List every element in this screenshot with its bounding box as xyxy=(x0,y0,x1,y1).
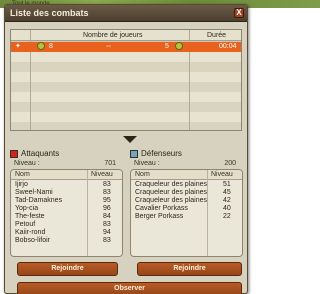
column-header-level: Niveau xyxy=(91,171,113,178)
list-item xyxy=(11,72,241,82)
member-level: 42 xyxy=(223,197,231,204)
list-item xyxy=(11,82,241,92)
background-area xyxy=(249,8,320,294)
member-level: 95 xyxy=(103,197,111,204)
list-item xyxy=(11,102,241,112)
column-separator xyxy=(30,52,31,130)
member-name: Tad-Damaknes xyxy=(15,197,63,204)
window-titlebar[interactable]: Liste des combats X xyxy=(5,5,247,22)
combat-list-header: Nombre de joueurs Durée xyxy=(11,30,241,41)
list-item[interactable]: Kaiir-rond 94 xyxy=(11,229,122,237)
member-name: Craqueleur des plaines xyxy=(135,181,207,188)
join-defenders-button[interactable]: Rejoindre xyxy=(137,262,242,276)
join-attackers-button[interactable]: Rejoindre xyxy=(17,262,118,276)
list-item[interactable]: Craqueleur des plaines 51 xyxy=(131,181,242,189)
column-header-players[interactable]: Nombre de joueurs xyxy=(83,30,143,41)
combat-list: Nombre de joueurs Durée ✦ 8 ⇔ 5 00:04 xyxy=(10,29,242,131)
list-item xyxy=(11,122,241,130)
observe-button[interactable]: Observer xyxy=(17,282,242,294)
attackers-level-value: 701 xyxy=(104,160,116,167)
attackers-panel: Attaquants Niveau : 701 Nom Niveau Ijirj… xyxy=(10,147,124,257)
member-level: 40 xyxy=(223,205,231,212)
member-level: 22 xyxy=(223,213,231,220)
versus-icon: ⇔ xyxy=(105,43,112,50)
window-title: Liste des combats xyxy=(10,8,89,18)
defender-team-icon xyxy=(175,42,183,50)
combat-duration: 00:04 xyxy=(219,43,237,50)
combat-list-window: Liste des combats X Nombre de joueurs Du… xyxy=(4,4,248,294)
member-name: Sweel-Nami xyxy=(15,189,53,196)
list-item[interactable]: Petouf 83 xyxy=(11,221,122,229)
list-item[interactable]: The-feste 84 xyxy=(11,213,122,221)
defenders-roster: Nom Niveau Craqueleur des plaines 51 Craq… xyxy=(130,169,243,257)
list-item[interactable]: Yop-cia 96 xyxy=(11,205,122,213)
member-name: Craqueleur des plaines xyxy=(135,197,207,204)
list-item[interactable]: Sweel-Nami 83 xyxy=(11,189,122,197)
list-item xyxy=(11,112,241,122)
sword-icon: ✦ xyxy=(15,43,21,50)
member-level: 83 xyxy=(103,181,111,188)
attacker-team-icon xyxy=(37,42,45,50)
column-header-level: Niveau xyxy=(211,171,233,178)
list-item[interactable]: Craqueleur des plaines 45 xyxy=(131,189,242,197)
member-name: Bobso-lifoir xyxy=(15,237,51,244)
member-level: 45 xyxy=(223,189,231,196)
column-separator xyxy=(189,52,190,130)
attacker-count: 8 xyxy=(49,43,53,50)
list-item[interactable]: Tad-Damaknes 95 xyxy=(11,197,122,205)
defenders-level-value: 200 xyxy=(224,160,236,167)
chevron-down-icon[interactable] xyxy=(123,136,137,143)
member-name: Berger Porkass xyxy=(135,213,184,220)
member-name: Craqueleur des plaines xyxy=(135,189,207,196)
member-name: The-feste xyxy=(15,213,45,220)
member-name: Petouf xyxy=(15,221,36,228)
column-header-name: Nom xyxy=(135,171,150,178)
list-item xyxy=(11,52,241,62)
column-header-duration[interactable]: Durée xyxy=(207,30,226,41)
member-name: Ijirjo xyxy=(15,181,28,188)
combat-row[interactable]: ✦ 8 ⇔ 5 00:04 xyxy=(11,42,241,52)
roster-header: Nom Niveau xyxy=(131,170,242,180)
member-level: 83 xyxy=(103,237,111,244)
list-item[interactable]: Ijirjo 83 xyxy=(11,181,122,189)
list-item xyxy=(11,92,241,102)
attackers-level-label: Niveau : xyxy=(14,160,40,167)
member-name: Yop-cia xyxy=(15,205,39,212)
list-item xyxy=(11,62,241,72)
member-name: Kaiir-rond xyxy=(15,229,46,236)
member-level: 96 xyxy=(103,205,111,212)
attackers-roster: Nom Niveau Ijirjo 83 Sweel-Nami 83 Tad-Dam… xyxy=(10,169,123,257)
defenders-flag-icon xyxy=(130,150,138,158)
column-header-name: Nom xyxy=(15,171,30,178)
member-level: 84 xyxy=(103,213,111,220)
member-level: 83 xyxy=(103,189,111,196)
list-item[interactable]: Bobso-lifoir 83 xyxy=(11,237,122,245)
member-level: 51 xyxy=(223,181,231,188)
close-button[interactable]: X xyxy=(234,8,244,18)
close-icon: X xyxy=(236,8,242,17)
member-name: Cavalier Porkass xyxy=(135,205,188,212)
defenders-level-label: Niveau : xyxy=(134,160,160,167)
list-item[interactable]: Craqueleur des plaines 42 xyxy=(131,197,242,205)
roster-header: Nom Niveau xyxy=(11,170,122,180)
defenders-panel: Défenseurs Niveau : 200 Nom Niveau Craqu… xyxy=(130,147,244,257)
defender-count: 5 xyxy=(165,43,169,50)
member-level: 94 xyxy=(103,229,111,236)
list-item[interactable]: Berger Porkass 22 xyxy=(131,213,242,221)
list-item[interactable]: Cavalier Porkass 40 xyxy=(131,205,242,213)
attackers-flag-icon xyxy=(10,150,18,158)
member-level: 83 xyxy=(103,221,111,228)
